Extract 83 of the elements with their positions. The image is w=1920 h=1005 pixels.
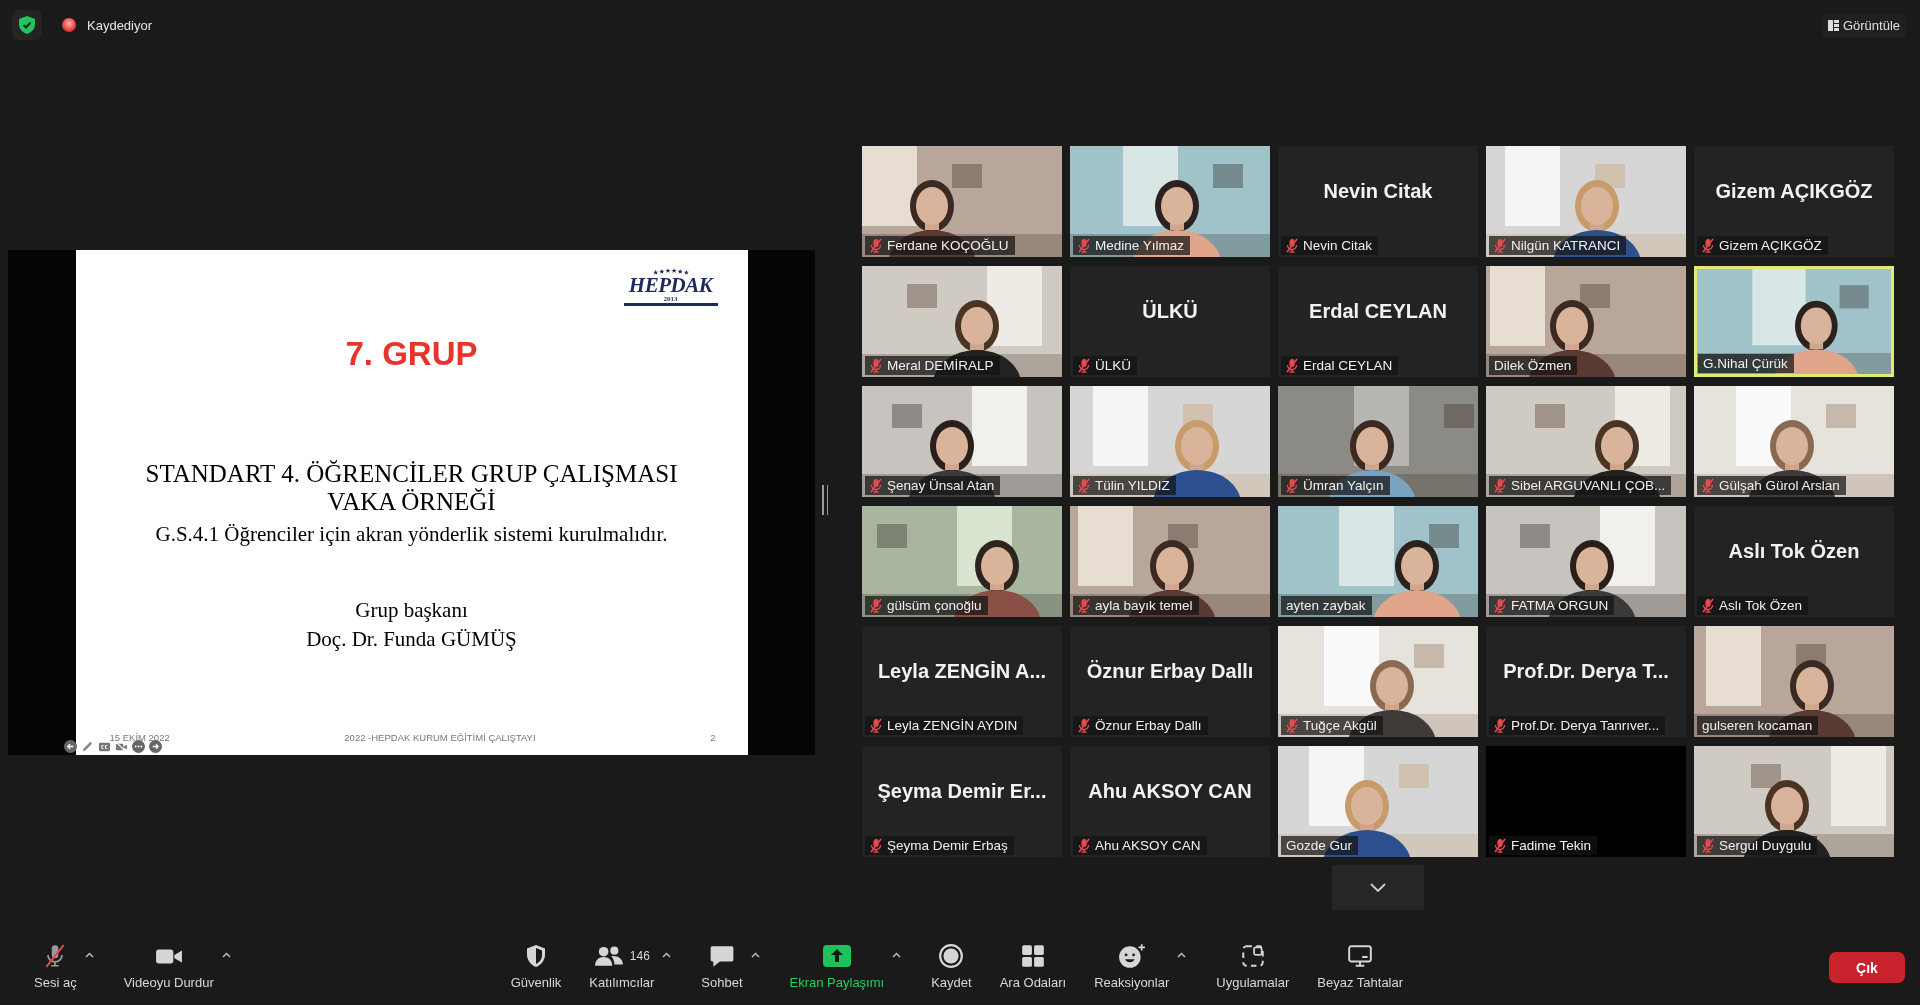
video-off-icon[interactable] — [115, 740, 128, 753]
display-name: Aslı Tok Özen — [1727, 540, 1861, 563]
participant-name: Leyla ZENGİN AYDIN — [887, 718, 1018, 733]
breakout-rooms-button[interactable]: Ara Odaları — [985, 942, 1081, 990]
security-button[interactable]: Güvenlik — [496, 942, 576, 990]
participant-name: Dilek Özmen — [1494, 358, 1572, 373]
reactions-button[interactable]: Reaksiyonlar — [1080, 942, 1184, 990]
display-name: Nevin Citak — [1322, 180, 1434, 203]
participant-name: FATMA ORGUN — [1511, 598, 1609, 613]
participants-button[interactable]: 146 Katılımcılar — [575, 942, 669, 990]
participant-name: Şenay Ünsal Atan — [887, 478, 995, 493]
participant-name: Gülşah Gürol Arslan — [1719, 478, 1840, 493]
display-name: Prof.Dr. Derya T... — [1502, 660, 1670, 683]
display-name: ÜLKÜ — [1141, 300, 1199, 323]
unmute-button[interactable]: Sesi aç — [20, 942, 91, 990]
leave-button[interactable]: Çık — [1829, 952, 1905, 983]
participant-name: Ümran Yalçın — [1303, 478, 1384, 493]
more-icon[interactable] — [132, 740, 145, 753]
back-arrow-icon[interactable] — [64, 740, 77, 753]
participant-name: Şeyma Demir Erbaş — [887, 838, 1008, 853]
participant-name: Sergul Duygulu — [1719, 838, 1812, 853]
recording-status: Kaydediyor — [87, 17, 153, 33]
whiteboard-icon — [1347, 943, 1374, 969]
slide-subtitle: G.S.4.1 Öğrenciler için akran yönderlik sistemi kurulmalıdır. — [155, 521, 668, 548]
participant-name: gülsüm çonoğlu — [887, 598, 982, 613]
display-name: Gizem AÇIKGÖZ — [1714, 180, 1874, 203]
chevron-down-icon — [1370, 883, 1386, 892]
record-icon — [938, 943, 965, 969]
participant-name: ÜLKÜ — [1095, 358, 1131, 373]
participant-name: Medine Yılmaz — [1095, 238, 1185, 253]
grid-icon — [1019, 943, 1046, 969]
participant-name: Tülin YILDIZ — [1095, 478, 1170, 493]
resize-handle[interactable] — [820, 485, 830, 515]
display-name: Öznur Erbay Dallı — [1085, 660, 1255, 683]
share-screen-button[interactable]: Ekran Paylaşımı — [775, 942, 899, 990]
slide-date: 15 EKİM 2022 — [109, 732, 170, 743]
display-name: Ahu AKSOY CAN — [1087, 780, 1253, 803]
participant-name: Meral DEMİRALP — [887, 358, 994, 373]
participant-name: Fadime Tekin — [1511, 838, 1592, 853]
record-button[interactable]: Kaydet — [917, 942, 986, 990]
display-name: Leyla ZENGİN A... — [876, 660, 1048, 683]
apps-icon — [1239, 943, 1266, 969]
slide-title: 7. GRUP — [345, 334, 478, 374]
participant-name: Prof.Dr. Derya Tanrıver... — [1511, 718, 1660, 733]
participant-count: 146 — [629, 949, 650, 963]
shield-icon — [524, 943, 548, 969]
shield-check-icon[interactable] — [12, 10, 42, 40]
participant-name: Erdal CEYLAN — [1303, 358, 1393, 373]
participant-name: Öznur Erbay Dallı — [1095, 718, 1202, 733]
logo-text: HEPDAK — [628, 275, 713, 295]
captions-icon[interactable] — [98, 740, 111, 753]
participant-name: Gozde Gur — [1286, 838, 1353, 853]
recording-dot-icon — [62, 18, 76, 32]
participant-name: Nilgün KATRANCI — [1511, 238, 1621, 253]
participant-name: G.Nihal Çürük — [1703, 356, 1788, 371]
participant-name: Tuğçe Akgül — [1303, 718, 1377, 733]
participant-name: ayla bayık temel — [1095, 598, 1193, 613]
slide-heading: STANDART 4. ÖĞRENCİLER GRUP ÇALIŞMASI — [145, 460, 678, 488]
presenter-name: Doç. Dr. Funda GÜMÜŞ — [306, 626, 517, 653]
participant-name: Ahu AKSOY CAN — [1095, 838, 1201, 853]
presenter-role: Grup başkanı — [355, 597, 468, 624]
whiteboards-button[interactable]: Beyaz Tahtalar — [1303, 942, 1418, 990]
participant-name: ayten zaybak — [1286, 598, 1366, 613]
chat-bubble-icon — [708, 943, 735, 969]
pen-icon[interactable] — [81, 740, 94, 753]
participant-name: Aslı Tok Özen — [1719, 598, 1803, 613]
participant-name: Ferdane KOÇOĞLU — [887, 238, 1009, 253]
view-button[interactable]: Görüntüle — [1821, 13, 1906, 37]
participant-name: gulseren kocaman — [1702, 718, 1813, 733]
participant-name: Nevin Citak — [1303, 238, 1373, 253]
slide-heading: VAKA ÖRNEĞİ — [326, 488, 497, 516]
layout-grid-icon — [1827, 19, 1839, 31]
slide-number: 2 — [710, 732, 716, 743]
display-name: Şeyma Demir Er... — [876, 780, 1048, 803]
forward-arrow-icon[interactable] — [149, 740, 162, 753]
smiley-icon — [1117, 943, 1146, 969]
chat-button[interactable]: Sohbet — [687, 942, 757, 990]
slide-footer: 2022 -HEPDAK KURUM EĞİTİMİ ÇALIŞTAYI — [344, 732, 536, 743]
participant-name: Gizem AÇIKGÖZ — [1719, 238, 1822, 253]
apps-button[interactable]: Uygulamalar — [1202, 942, 1304, 990]
stop-video-button[interactable]: Videoyu Durdur — [109, 942, 228, 990]
participant-name: Sibel ARGUVANLI ÇOB... — [1511, 478, 1666, 493]
display-name: Erdal CEYLAN — [1308, 300, 1448, 323]
